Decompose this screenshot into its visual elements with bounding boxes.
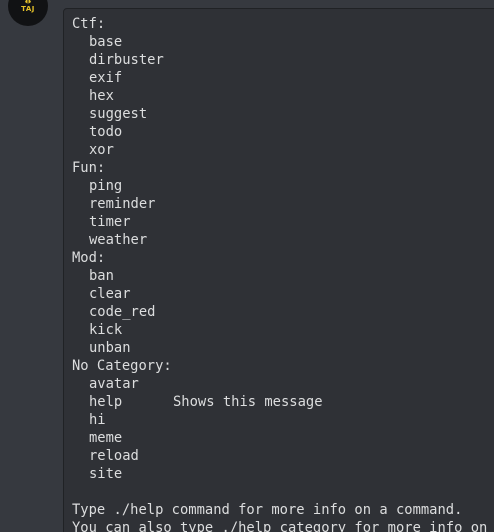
command-name: hi <box>89 412 106 428</box>
command-name: kick <box>89 322 123 338</box>
command-row: hex <box>72 87 494 105</box>
command-row: exif <box>72 69 494 87</box>
command-name: site <box>89 466 123 482</box>
command-name: meme <box>89 430 123 446</box>
command-row: unban <box>72 339 494 357</box>
command-name: unban <box>89 340 131 356</box>
command-row: avatar <box>72 375 494 393</box>
command-row: todo <box>72 123 494 141</box>
command-name: code_red <box>89 304 156 320</box>
avatar-label: TAJ <box>21 5 35 13</box>
category-heading: Fun: <box>72 160 106 176</box>
command-row: suggest <box>72 105 494 123</box>
command-row: code_red <box>72 303 494 321</box>
footer-hint: Type ./help command for more info on a c… <box>72 502 463 518</box>
command-name: hex <box>89 88 114 104</box>
command-row: help Shows this message <box>72 393 494 411</box>
command-row: weather <box>72 231 494 249</box>
command-row: ping <box>72 177 494 195</box>
command-row: ban <box>72 267 494 285</box>
logo-icon <box>25 0 31 4</box>
command-name: xor <box>89 142 114 158</box>
footer-hint: You can also type ./help category for mo… <box>72 520 488 532</box>
command-name: exif <box>89 70 123 86</box>
command-name: avatar <box>89 376 139 392</box>
command-name: reload <box>89 448 139 464</box>
command-name: base <box>89 34 123 50</box>
command-row: kick <box>72 321 494 339</box>
category-heading: Mod: <box>72 250 106 266</box>
command-name: help <box>89 394 123 410</box>
command-row: reminder <box>72 195 494 213</box>
category-heading: No Category: <box>72 358 172 374</box>
command-name: todo <box>89 124 123 140</box>
help-code-block: Ctf: base dirbuster exif hex suggest todo xor Fu… <box>63 8 494 532</box>
command-name: reminder <box>89 196 156 212</box>
command-name: clear <box>89 286 131 302</box>
category-heading: Ctf: <box>72 16 106 32</box>
command-name: suggest <box>89 106 148 122</box>
command-row: site <box>72 465 494 483</box>
command-name: ping <box>89 178 123 194</box>
command-row: xor <box>72 141 494 159</box>
command-name: timer <box>89 214 131 230</box>
command-name: dirbuster <box>89 52 164 68</box>
command-row: dirbuster <box>72 51 494 69</box>
avatar[interactable]: TAJ <box>8 0 48 26</box>
command-row: reload <box>72 447 494 465</box>
chat-area: TAJ Ctf: base dirbuster exif hex suggest todo x… <box>0 0 494 532</box>
command-name: ban <box>89 268 114 284</box>
command-row: meme <box>72 429 494 447</box>
command-row: timer <box>72 213 494 231</box>
command-row: hi <box>72 411 494 429</box>
command-row: base <box>72 33 494 51</box>
command-name: weather <box>89 232 148 248</box>
command-row: clear <box>72 285 494 303</box>
command-description: Shows this message <box>173 394 323 410</box>
